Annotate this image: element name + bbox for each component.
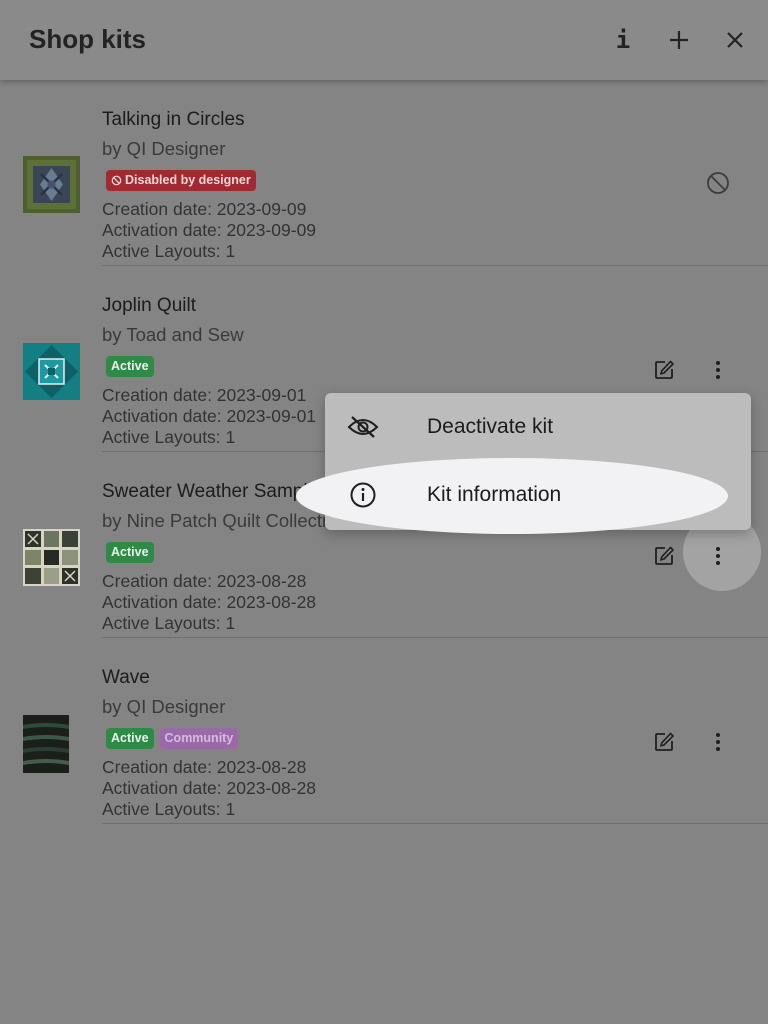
edit-icon: [655, 546, 675, 565]
active-layouts: Active Layouts: 1: [102, 613, 236, 633]
active-layouts: Active Layouts: 1: [102, 241, 236, 261]
block-icon: [707, 172, 729, 194]
more-options-button[interactable]: [700, 724, 736, 760]
edit-button[interactable]: [646, 538, 682, 574]
kit-thumbnail: [23, 529, 80, 591]
badge-label: Disabled by designer: [125, 173, 251, 187]
kit-name: Wave: [102, 667, 150, 688]
menu-item-label: Deactivate kit: [427, 415, 554, 438]
status-badge-disabled: Disabled by designer: [106, 170, 256, 191]
edit-icon: [655, 360, 675, 379]
creation-date: Creation date: 2023-09-09: [102, 199, 307, 219]
more-options-button[interactable]: [700, 352, 736, 388]
app-bar: Shop kits i: [0, 0, 768, 80]
row-divider: [102, 823, 768, 824]
kit-author: by Toad and Sew: [102, 324, 244, 345]
creation-date: Creation date: 2023-09-01: [102, 385, 307, 405]
add-kit-button[interactable]: [661, 22, 697, 58]
status-badge-active: Active: [106, 728, 154, 749]
activation-date: Activation date: 2023-09-09: [102, 220, 317, 240]
badge-group: Active: [106, 356, 154, 377]
info-button[interactable]: i: [605, 22, 641, 58]
badge-group: Disabled by designer: [106, 170, 256, 191]
kit-name: Talking in Circles: [102, 109, 245, 130]
edit-icon: [655, 732, 675, 751]
block-icon: [111, 175, 122, 186]
info-icon: i: [615, 26, 631, 54]
badge-group: Active Community: [106, 728, 239, 749]
more-vert-icon: [716, 361, 720, 379]
close-button[interactable]: [717, 22, 753, 58]
more-vert-icon: [716, 733, 720, 751]
kit-author: by QI Designer: [102, 138, 226, 159]
kit-thumbnail: [23, 715, 69, 778]
status-badge-active: Active: [106, 356, 154, 377]
kit-name: Joplin Quilt: [102, 295, 196, 316]
active-layouts: Active Layouts: 1: [102, 427, 236, 447]
menu-item-deactivate-kit[interactable]: Deactivate kit: [325, 393, 751, 461]
activation-date: Activation date: 2023-08-28: [102, 778, 317, 798]
status-badge-community: Community: [159, 728, 239, 749]
creation-date: Creation date: 2023-08-28: [102, 571, 307, 591]
more-vert-icon: [716, 547, 720, 565]
kit-author: by Nine Patch Quilt Collective: [102, 510, 346, 531]
status-badge-active: Active: [106, 542, 154, 563]
kit-thumbnail: [23, 343, 80, 405]
edit-button[interactable]: [646, 352, 682, 388]
activation-date: Activation date: 2023-08-28: [102, 592, 317, 612]
edit-button[interactable]: [646, 724, 682, 760]
active-layouts: Active Layouts: 1: [102, 799, 236, 819]
kit-name: Sweater Weather Sampler: [102, 481, 325, 502]
kit-author: by QI Designer: [102, 696, 226, 717]
close-icon: [727, 32, 743, 48]
kit-thumbnail: [23, 156, 80, 218]
info-circle-icon: [347, 479, 379, 511]
eye-off-icon: [347, 411, 379, 443]
kit-row-wave[interactable]: Wave by QI Designer Active Community Cre…: [0, 638, 768, 824]
creation-date: Creation date: 2023-08-28: [102, 757, 307, 777]
kit-row-talking-in-circles[interactable]: Talking in Circles by QI Designer Disabl…: [0, 80, 768, 266]
page-title: Shop kits: [29, 24, 147, 54]
badge-group: Active: [106, 542, 154, 563]
disabled-indicator[interactable]: [700, 165, 736, 201]
plus-icon: [670, 31, 688, 49]
more-options-button[interactable]: [700, 538, 736, 574]
menu-item-kit-information[interactable]: Kit information: [325, 461, 751, 529]
menu-item-label: Kit information: [427, 483, 562, 506]
activation-date: Activation date: 2023-09-01: [102, 406, 317, 426]
